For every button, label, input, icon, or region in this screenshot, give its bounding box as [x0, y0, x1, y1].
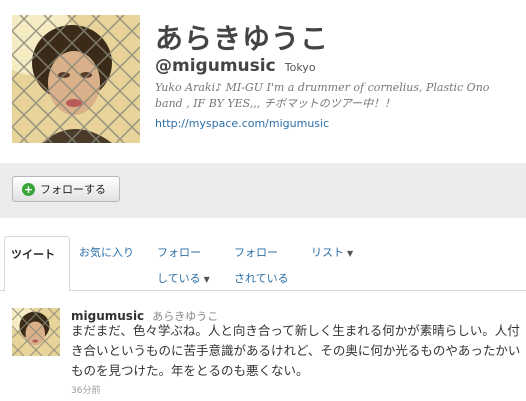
tab-label-line2: されている	[234, 272, 289, 285]
tab-label-line1: フォロー	[234, 246, 278, 259]
tab-followers[interactable]: フォロー されている	[234, 240, 289, 292]
tweet-avatar[interactable]	[12, 308, 60, 356]
display-name: あらきゆうこ	[155, 22, 330, 55]
tab-following[interactable]: フォロー している ▼	[157, 240, 210, 293]
follow-button[interactable]: + フォローする	[12, 176, 120, 202]
follow-button-label: フォローする	[40, 183, 106, 196]
tweet-text: まだまだ、色々学ぶね。人と向き合って新しく生まれる何かが素晴らしい。人付き合いと…	[71, 323, 521, 378]
profile-url-link[interactable]: http://myspace.com/migumusic	[155, 117, 329, 130]
tab-label: ツイート	[11, 248, 55, 261]
follow-bar: + フォローする	[0, 163, 526, 218]
tab-lists[interactable]: リスト ▼	[311, 240, 353, 267]
tweet-item: migumusic あらきゆうこ まだまだ、色々学ぶね。人と向き合って新しく生ま…	[0, 303, 526, 401]
location: Tokyo	[284, 61, 316, 74]
tab-favorites[interactable]: お気に入り	[79, 240, 134, 266]
avatar[interactable]	[12, 15, 140, 143]
chevron-down-icon: ▼	[203, 275, 210, 284]
bio: Yuko Araki♪ MI-GU I'm a drummer of corne…	[155, 81, 490, 110]
tab-label-line1: フォロー	[157, 246, 201, 259]
handle-line: @migumusic Tokyo	[155, 56, 316, 76]
username-handle: @migumusic	[155, 56, 276, 76]
profile-tabs: ツイート お気に入り フォロー している ▼ フォロー されている リスト ▼	[0, 236, 526, 293]
plus-icon: +	[22, 182, 35, 196]
tab-label: お気に入り	[79, 246, 134, 259]
profile-header: あらきゆうこ @migumusic Tokyo Yuko Araki♪ MI-G…	[0, 0, 526, 160]
tweet-timestamp[interactable]: 36分前	[71, 383, 100, 396]
tab-label: リスト	[311, 246, 344, 259]
tab-tweets[interactable]: ツイート	[4, 236, 70, 292]
tab-label-line2: している	[157, 272, 201, 285]
chevron-down-icon: ▼	[347, 249, 354, 258]
